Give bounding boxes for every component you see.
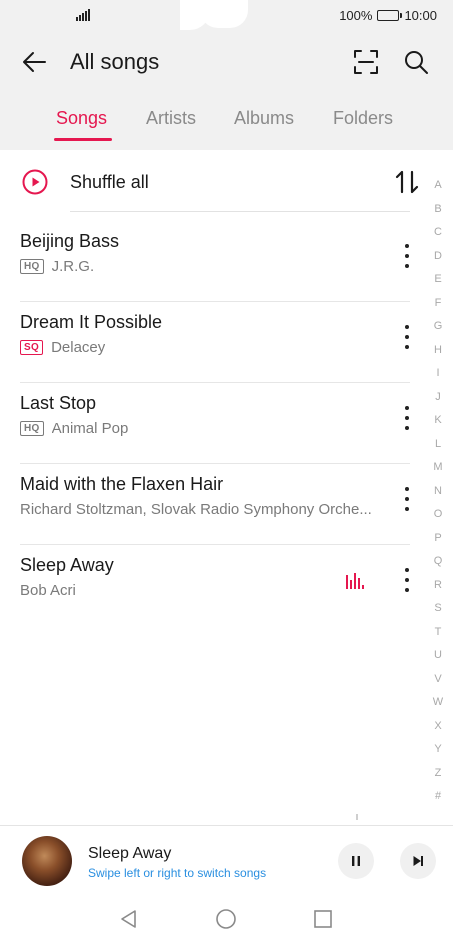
battery-icon <box>377 10 403 21</box>
search-icon <box>405 51 428 74</box>
song-subtitle: SQ Delacey <box>20 339 105 356</box>
progress-marker <box>356 814 358 820</box>
nav-back-icon[interactable] <box>118 908 140 930</box>
swipe-hint: Swipe left or right to switch songs <box>88 866 267 880</box>
alphabet-index-letter[interactable]: V <box>434 668 441 692</box>
now-playing-bars-icon <box>346 573 368 589</box>
alphabet-index-letter[interactable]: Q <box>434 550 443 574</box>
song-title: Maid with the Flaxen Hair <box>20 474 224 494</box>
alphabet-index-letter[interactable]: O <box>434 503 443 527</box>
album-art <box>22 836 72 886</box>
song-subtitle: Richard Stoltzman, Slovak Radio Symphony… <box>20 501 372 518</box>
song-title: Last Stop <box>20 393 97 413</box>
alphabet-index-letter[interactable]: N <box>434 480 442 504</box>
tab-artists[interactable]: Artists <box>146 108 196 129</box>
nav-home-icon[interactable] <box>215 908 237 930</box>
now-playing-title: Sleep Away <box>88 845 172 862</box>
sort-icon[interactable] <box>394 168 420 196</box>
alphabet-index-letter[interactable]: Y <box>434 738 441 762</box>
next-button[interactable] <box>400 843 436 879</box>
search-button[interactable] <box>400 46 432 78</box>
alphabet-index-letter[interactable]: M <box>433 456 442 480</box>
back-button[interactable] <box>18 46 50 78</box>
song-subtitle: HQ J.R.G. <box>20 258 94 275</box>
battery-percent: 100% <box>339 8 373 23</box>
tab-albums[interactable]: Albums <box>234 108 294 129</box>
skip-next-icon <box>413 856 423 866</box>
alphabet-index-letter[interactable]: G <box>434 315 443 339</box>
song-artist: Bob Acri <box>20 582 76 599</box>
alphabet-index-letter[interactable]: I <box>436 362 439 386</box>
arrow-left-icon <box>23 52 46 72</box>
tab-bar: Songs Artists Albums Folders <box>0 108 453 142</box>
alphabet-index-letter[interactable]: E <box>434 268 441 292</box>
alphabet-index-letter[interactable]: C <box>434 221 442 245</box>
alphabet-index-letter[interactable]: X <box>434 715 441 739</box>
song-item-playing[interactable]: Sleep Away Bob Acri <box>0 545 420 626</box>
header: All songs <box>0 34 453 90</box>
alphabet-index-letter[interactable]: F <box>435 292 442 316</box>
song-artist: Delacey <box>51 339 106 356</box>
alphabet-index-letter[interactable]: W <box>433 691 443 715</box>
alphabet-index-letter[interactable]: P <box>434 527 441 551</box>
mini-player[interactable]: Sleep Away Swipe left or right to switch… <box>0 826 453 898</box>
song-artist: Animal Pop <box>51 420 129 437</box>
nav-recent-icon[interactable] <box>312 908 334 930</box>
song-title: Sleep Away <box>20 555 114 575</box>
alphabet-index-letter[interactable]: L <box>435 433 441 457</box>
status-bar: 100% 10:00 <box>0 0 453 32</box>
song-item[interactable]: Last Stop HQ Animal Pop <box>0 383 420 464</box>
tab-indicator <box>54 138 112 141</box>
song-title: Beijing Bass <box>20 231 120 251</box>
more-vertical-icon[interactable] <box>398 403 416 433</box>
alphabet-index-letter[interactable]: T <box>435 621 442 645</box>
more-vertical-icon[interactable] <box>398 322 416 352</box>
pause-button[interactable] <box>338 843 374 879</box>
play-circle-icon <box>22 169 48 195</box>
song-item[interactable]: Beijing Bass HQ J.R.G. <box>0 221 420 302</box>
song-subtitle: HQ Animal Pop <box>20 420 128 437</box>
alphabet-index-letter[interactable]: K <box>434 409 441 433</box>
more-vertical-icon[interactable] <box>398 565 416 595</box>
song-title: Dream It Possible <box>20 312 163 332</box>
alphabet-index-letter[interactable]: D <box>434 245 442 269</box>
page-title: All songs <box>70 49 160 74</box>
scan-icon <box>354 50 378 74</box>
hq-badge: HQ <box>20 259 44 274</box>
alphabet-index-letter[interactable]: U <box>434 644 442 668</box>
shuffle-all-row[interactable]: Shuffle all <box>0 152 420 212</box>
signal-icon <box>76 8 90 21</box>
alphabet-index-letter[interactable]: B <box>434 198 441 222</box>
tab-songs[interactable]: Songs <box>56 108 107 129</box>
alphabet-index-letter[interactable]: R <box>434 574 442 598</box>
alphabet-index-letter[interactable]: A <box>434 174 441 198</box>
pause-icon <box>352 856 360 866</box>
song-item[interactable]: Dream It Possible SQ Delacey <box>0 302 420 383</box>
tab-folders[interactable]: Folders <box>333 108 393 129</box>
sq-badge: SQ <box>20 340 44 355</box>
alphabet-index-letter[interactable]: Z <box>435 762 442 786</box>
song-item[interactable]: Maid with the Flaxen Hair Richard Stoltz… <box>0 464 420 545</box>
more-vertical-icon[interactable] <box>398 241 416 271</box>
status-right: 100% 10:00 <box>339 8 437 23</box>
song-artist: J.R.G. <box>51 258 95 275</box>
scan-button[interactable] <box>350 46 382 78</box>
shuffle-all-label: Shuffle all <box>70 172 149 192</box>
system-nav-bar <box>0 898 453 942</box>
divider <box>70 211 410 212</box>
more-vertical-icon[interactable] <box>398 484 416 514</box>
hq-badge: HQ <box>20 421 44 436</box>
song-artist: Richard Stoltzman, Slovak Radio Symphony… <box>20 501 372 518</box>
song-subtitle: Bob Acri <box>20 582 76 599</box>
alphabet-index-letter[interactable]: # <box>435 785 441 809</box>
alphabet-index[interactable]: A B C D E F G H I J K L M N O P Q R S T U V W X Y Z # <box>426 174 450 809</box>
alphabet-index-letter[interactable]: S <box>434 597 441 621</box>
clock: 10:00 <box>404 8 437 23</box>
alphabet-index-letter[interactable]: H <box>434 339 442 363</box>
alphabet-index-letter[interactable]: J <box>435 386 441 410</box>
